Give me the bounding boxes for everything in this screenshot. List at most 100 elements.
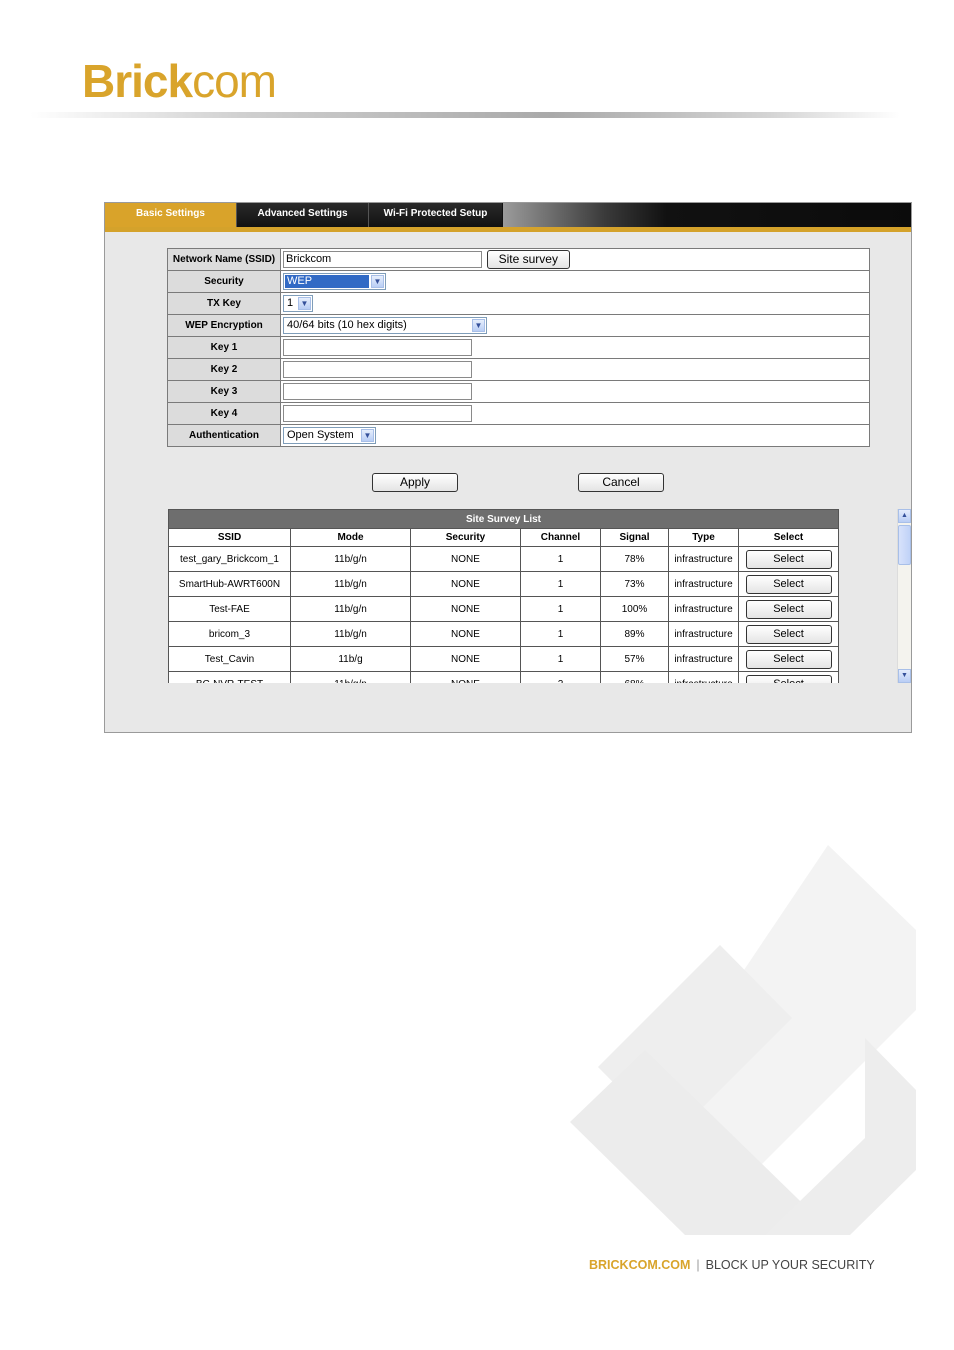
cell-mode: 11b/g/n — [290, 546, 411, 572]
tab-underline — [105, 227, 911, 232]
col-header-mode: Mode — [290, 528, 411, 547]
cell-signal: 100% — [600, 596, 669, 622]
cell-signal: 73% — [600, 571, 669, 597]
select-network-button[interactable]: Select — [745, 624, 832, 644]
key4-label: Key 4 — [167, 402, 281, 425]
form-row-security: Security WEP ▼ — [167, 270, 870, 293]
ssid-label: Network Name (SSID) — [167, 248, 281, 271]
cell-ssid: Test_Cavin — [168, 646, 291, 672]
cell-ssid: bricom_3 — [168, 621, 291, 647]
col-header-security: Security — [410, 528, 521, 547]
scroll-down-icon[interactable]: ▼ — [898, 669, 911, 683]
cell-type: infrastructure — [668, 596, 739, 622]
chevron-down-icon: ▼ — [472, 319, 485, 332]
chevron-down-icon: ▼ — [298, 297, 311, 310]
key3-input[interactable] — [283, 383, 472, 400]
chevron-down-icon: ▼ — [361, 429, 374, 442]
key3-cell — [280, 380, 870, 403]
wep-encryption-select[interactable]: 40/64 bits (10 hex digits) ▼ — [283, 317, 487, 334]
tab-bar-gradient — [503, 203, 911, 227]
settings-form: Network Name (SSID) Brickcom Site survey… — [167, 248, 870, 447]
site-survey-button[interactable]: Site survey — [486, 250, 570, 269]
header-divider — [30, 112, 900, 118]
cancel-button[interactable]: Cancel — [578, 473, 664, 492]
scroll-up-icon[interactable]: ▲ — [898, 509, 911, 523]
table-row: bricom_3 11b/g/n NONE 1 89% infrastructu… — [168, 621, 839, 647]
col-header-ssid: SSID — [168, 528, 291, 547]
col-header-channel: Channel — [520, 528, 601, 547]
wep-encryption-label: WEP Encryption — [167, 314, 281, 337]
footer: BRICKCOM.COM | BLOCK UP YOUR SECURITY — [589, 1258, 875, 1272]
authentication-selected-value: Open System — [287, 429, 354, 441]
site-survey-table: Site Survey List SSID Mode Security Chan… — [168, 509, 839, 683]
key1-input[interactable] — [283, 339, 472, 356]
txkey-select[interactable]: 1 ▼ — [283, 295, 313, 312]
table-row: BC-NVR-TEST 11b/g/n NONE 2 68% infrastru… — [168, 671, 839, 683]
authentication-cell: Open System ▼ — [280, 424, 870, 447]
tab-advanced-settings[interactable]: Advanced Settings — [236, 203, 368, 227]
cell-security: NONE — [410, 671, 521, 683]
form-row-key4: Key 4 — [167, 402, 870, 425]
cell-ssid: test_gary_Brickcom_1 — [168, 546, 291, 572]
txkey-cell: 1 ▼ — [280, 292, 870, 315]
cell-type: infrastructure — [668, 621, 739, 647]
cell-channel: 1 — [520, 646, 601, 672]
table-row: SmartHub-AWRT600N 11b/g/n NONE 1 73% inf… — [168, 571, 839, 597]
chevron-down-icon: ▼ — [371, 275, 384, 288]
apply-button[interactable]: Apply — [372, 473, 458, 492]
tab-wifi-protected-setup[interactable]: Wi-Fi Protected Setup — [368, 203, 502, 227]
logo-text-bold: Brick — [82, 55, 193, 107]
brickcom-logo: Brickcom — [82, 55, 277, 107]
txkey-selected-value: 1 — [287, 297, 294, 309]
wireless-settings-panel: Basic Settings Advanced Settings Wi-Fi P… — [104, 202, 912, 733]
cell-select: Select — [738, 646, 839, 672]
cell-select: Select — [738, 546, 839, 572]
tab-label: Basic Settings — [136, 208, 205, 219]
select-network-button[interactable]: Select — [745, 599, 832, 619]
form-row-authentication: Authentication Open System ▼ — [167, 424, 870, 447]
site-survey-header-row: SSID Mode Security Channel Signal Type S… — [168, 528, 839, 547]
survey-scrollbar[interactable]: ▲ ▼ — [897, 509, 911, 683]
cell-type: infrastructure — [668, 646, 739, 672]
cell-type: infrastructure — [668, 546, 739, 572]
key4-input[interactable] — [283, 405, 472, 422]
authentication-select[interactable]: Open System ▼ — [283, 427, 376, 444]
cell-mode: 11b/g/n — [290, 596, 411, 622]
form-row-ssid: Network Name (SSID) Brickcom Site survey — [167, 248, 870, 271]
authentication-label: Authentication — [167, 424, 281, 447]
select-network-button[interactable]: Select — [745, 574, 832, 594]
key2-input[interactable] — [283, 361, 472, 378]
security-label: Security — [167, 270, 281, 293]
cell-channel: 1 — [520, 596, 601, 622]
col-header-select: Select — [738, 528, 839, 547]
cell-signal: 57% — [600, 646, 669, 672]
select-network-button[interactable]: Select — [745, 549, 832, 569]
cell-type: infrastructure — [668, 571, 739, 597]
key2-label: Key 2 — [167, 358, 281, 381]
decorative-brick-pattern — [570, 845, 916, 1235]
ssid-input[interactable]: Brickcom — [283, 251, 482, 268]
cell-type: infrastructure — [668, 671, 739, 683]
cell-select: Select — [738, 596, 839, 622]
form-row-key3: Key 3 — [167, 380, 870, 403]
key1-label: Key 1 — [167, 336, 281, 359]
footer-site-link[interactable]: BRICKCOM.COM — [589, 1258, 690, 1272]
scrollbar-thumb[interactable] — [898, 525, 911, 565]
tab-label: Wi-Fi Protected Setup — [383, 208, 488, 219]
form-row-key2: Key 2 — [167, 358, 870, 381]
tab-basic-settings[interactable]: Basic Settings — [105, 203, 236, 227]
security-select[interactable]: WEP ▼ — [283, 273, 386, 290]
site-survey-title: Site Survey List — [168, 509, 839, 529]
cell-select: Select — [738, 571, 839, 597]
cell-mode: 11b/g/n — [290, 621, 411, 647]
cell-security: NONE — [410, 621, 521, 647]
form-row-key1: Key 1 — [167, 336, 870, 359]
cell-security: NONE — [410, 571, 521, 597]
wep-encryption-selected-value: 40/64 bits (10 hex digits) — [287, 319, 407, 331]
select-network-button[interactable]: Select — [745, 649, 832, 669]
cell-select: Select — [738, 621, 839, 647]
col-header-type: Type — [668, 528, 739, 547]
cell-channel: 1 — [520, 621, 601, 647]
select-network-button[interactable]: Select — [745, 674, 832, 683]
col-header-signal: Signal — [600, 528, 669, 547]
